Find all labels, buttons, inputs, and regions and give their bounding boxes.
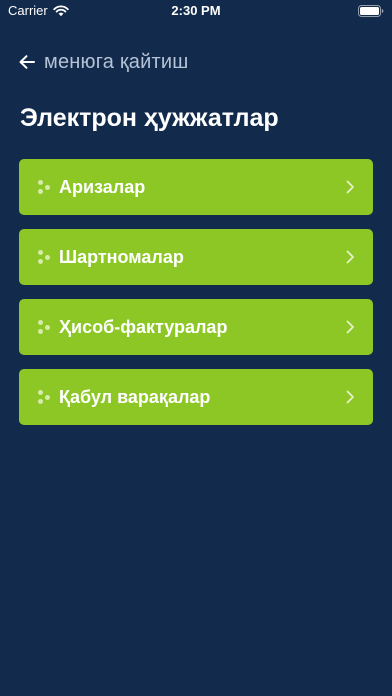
dots-icon [38, 320, 52, 334]
menu-item-label: Қабул варақалар [59, 386, 211, 407]
status-bar: Carrier 2:30 PM [0, 0, 392, 22]
page-title: Электрон ҳужжатлар [20, 104, 279, 132]
dots-icon [38, 250, 52, 264]
menu-item-label: Аризалар [59, 176, 146, 197]
chevron-right-icon [346, 390, 354, 404]
status-time: 2:30 PM [171, 3, 221, 18]
chevron-right-icon [346, 320, 354, 334]
menu-item-label: Шартномалар [59, 246, 184, 267]
chevron-right-icon [346, 180, 354, 194]
back-label: менюга қайтиш [44, 50, 189, 73]
dots-icon [38, 390, 52, 404]
dots-icon [38, 180, 52, 194]
back-arrow-icon [19, 55, 35, 69]
menu-item-applications[interactable]: Аризалар [19, 159, 373, 215]
documents-menu: Аризалар Шартномалар Ҳисоб-фактуралар Қа… [19, 159, 373, 439]
battery-icon [358, 5, 384, 17]
menu-item-acceptance-sheets[interactable]: Қабул варақалар [19, 369, 373, 425]
back-button[interactable]: менюга қайтиш [18, 50, 188, 74]
chevron-right-icon [346, 250, 354, 264]
menu-item-contracts[interactable]: Шартномалар [19, 229, 373, 285]
menu-item-label: Ҳисоб-фактуралар [59, 316, 228, 337]
menu-item-invoices[interactable]: Ҳисоб-фактуралар [19, 299, 373, 355]
